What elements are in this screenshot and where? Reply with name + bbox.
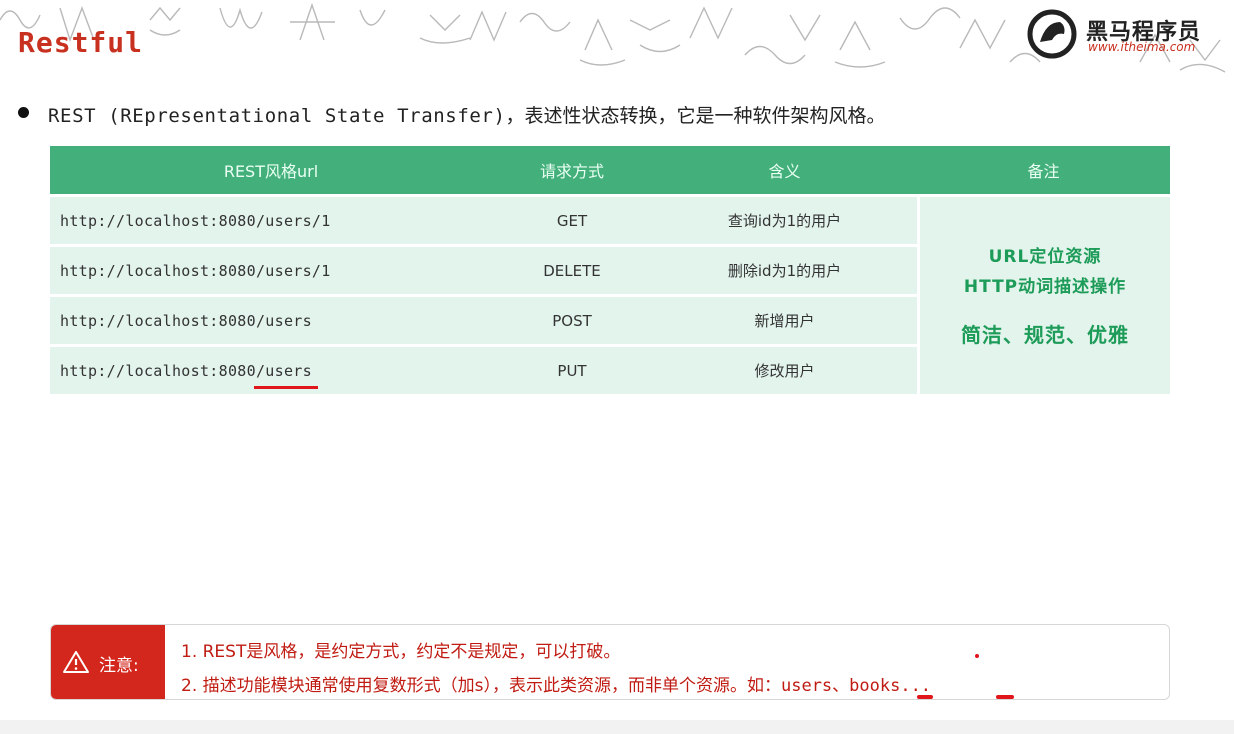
note-line-url: URL定位资源 bbox=[988, 246, 1102, 267]
horse-logo-icon bbox=[1027, 9, 1077, 59]
header-url: REST风格url bbox=[50, 146, 492, 197]
decorative-header-doodles: Restful 黑马程序员 www.itheima.com bbox=[0, 0, 1234, 80]
row-url: http://localhost:8080/users bbox=[50, 297, 492, 347]
row-url: http://localhost:8080/users bbox=[50, 347, 492, 397]
note-cell: URL定位资源 HTTP动词描述操作 简洁、规范、优雅 bbox=[917, 197, 1170, 397]
slide-title: Restful bbox=[18, 26, 144, 59]
notice-line-2-example: users、books... bbox=[780, 676, 932, 696]
notice-label: 注意: bbox=[51, 625, 165, 699]
warning-icon bbox=[63, 651, 89, 673]
red-underline-mark bbox=[253, 385, 318, 389]
table-header-row: REST风格url 请求方式 含义 备注 bbox=[50, 146, 1170, 197]
row-method: DELETE bbox=[492, 247, 652, 297]
notice-line-2: 2. 描述功能模块通常使用复数形式（加s），表示此类资源，而非单个资源。如：us… bbox=[181, 671, 931, 696]
row-meaning: 删除id为1的用户 bbox=[652, 247, 917, 297]
bottom-strip bbox=[0, 720, 1234, 734]
row-method: GET bbox=[492, 197, 652, 247]
header-note: 备注 bbox=[917, 146, 1170, 197]
notice-line-2-text: 2. 描述功能模块通常使用复数形式（加s），表示此类资源，而非单个资源。如： bbox=[181, 676, 781, 696]
table-row: http://localhost:8080/users/1 GET 查询id为1… bbox=[50, 197, 1170, 397]
rest-definition-term: REST (REpresentational State Transfer) bbox=[48, 105, 506, 127]
header-method: 请求方式 bbox=[492, 146, 652, 197]
rest-url-table: REST风格url 请求方式 含义 备注 http://localhost:80… bbox=[50, 146, 1170, 397]
row-url: http://localhost:8080/users/1 bbox=[50, 247, 492, 297]
rest-definition-text: ，表述性状态转换，它是一种软件架构风格。 bbox=[505, 105, 886, 127]
notice-line-1: 1. REST是风格，是约定方式，约定不是规定，可以打破。 bbox=[181, 642, 621, 662]
brand-url: www.itheima.com bbox=[1088, 40, 1196, 54]
notice-box: 注意: 1. REST是风格，是约定方式，约定不是规定，可以打破。 2. 描述功… bbox=[50, 624, 1170, 700]
notice-title: 注意: bbox=[99, 656, 139, 676]
header-meaning: 含义 bbox=[652, 146, 917, 197]
red-underline-mark bbox=[996, 695, 1014, 699]
row-url-highlight: /users bbox=[253, 361, 318, 389]
row-method: POST bbox=[492, 297, 652, 347]
red-dot-mark bbox=[975, 654, 979, 658]
red-underline-mark bbox=[917, 695, 933, 699]
note-line-summary: 简洁、规范、优雅 bbox=[961, 322, 1129, 347]
note-line-http: HTTP动词描述操作 bbox=[963, 276, 1127, 297]
row-url-prefix: http://localhost:8080 bbox=[60, 361, 256, 380]
row-url-tail: /users bbox=[255, 361, 312, 380]
row-url: http://localhost:8080/users/1 bbox=[50, 197, 492, 247]
row-method: PUT bbox=[492, 347, 652, 397]
row-meaning: 修改用户 bbox=[652, 347, 917, 397]
bullet-dot bbox=[18, 107, 29, 118]
rest-definition: REST (REpresentational State Transfer)，表… bbox=[48, 101, 886, 128]
brand-logo-block: 黑马程序员 www.itheima.com bbox=[1026, 8, 1226, 59]
row-meaning: 查询id为1的用户 bbox=[652, 197, 917, 247]
row-meaning: 新增用户 bbox=[652, 297, 917, 347]
